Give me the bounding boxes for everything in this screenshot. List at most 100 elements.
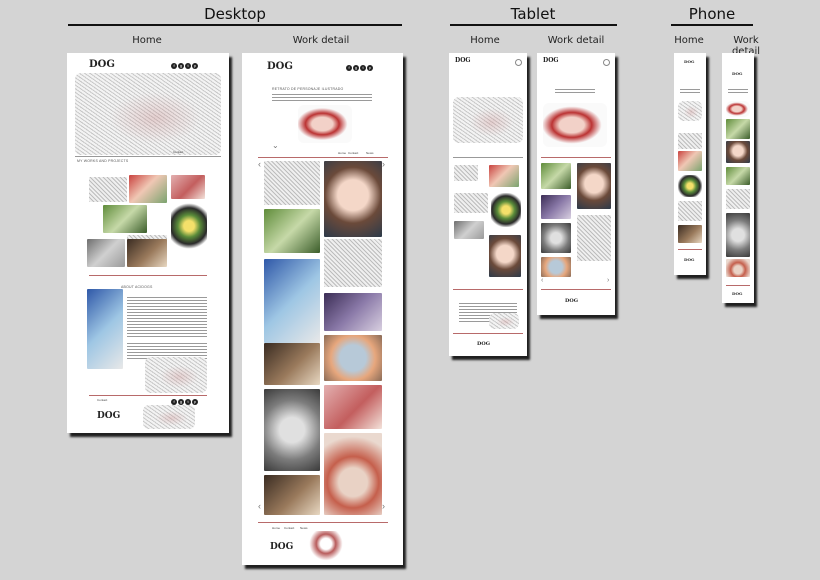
project-thumb[interactable]: [678, 225, 702, 243]
mockup-desktop-work-detail[interactable]: DOG f g t p RETRATO DE PERSONAJE ILUSTRA…: [242, 53, 403, 565]
nav-contact[interactable]: Contact: [348, 151, 358, 155]
footer-home[interactable]: Home: [272, 526, 280, 530]
pinterest-icon[interactable]: p: [367, 65, 373, 71]
label-desktop-home: Home: [132, 35, 162, 46]
gallery-image[interactable]: [264, 209, 320, 253]
footer-logo: DOG: [732, 291, 743, 296]
hero-illustration: [678, 101, 702, 121]
facebook-icon[interactable]: f: [171, 63, 177, 69]
footer-contact[interactable]: Contact: [97, 398, 107, 402]
project-thumb[interactable]: [454, 193, 488, 213]
gallery-image[interactable]: [541, 163, 571, 189]
gallery-image[interactable]: [577, 163, 611, 209]
footer-contact[interactable]: Contact: [284, 526, 294, 530]
project-thumb[interactable]: [454, 221, 484, 239]
work-hero: [298, 105, 352, 143]
project-thumb[interactable]: [678, 133, 702, 149]
chevron-down-icon[interactable]: ⌄: [272, 141, 279, 150]
project-thumb[interactable]: [127, 239, 167, 267]
mockup-phone-home[interactable]: DOG DOG: [674, 53, 706, 275]
gallery-image[interactable]: [264, 161, 320, 205]
nav-news[interactable]: News: [366, 151, 374, 155]
twitter-icon[interactable]: t: [360, 65, 366, 71]
group-rule-phone: [671, 24, 753, 26]
divider-red: [453, 289, 523, 290]
chevron-right-icon[interactable]: ›: [382, 159, 385, 169]
googleplus-icon[interactable]: g: [178, 63, 184, 69]
project-thumb[interactable]: [87, 239, 125, 267]
divider-red: [453, 333, 523, 334]
project-thumb[interactable]: [489, 165, 519, 187]
gallery-image[interactable]: [324, 385, 382, 429]
gallery-image[interactable]: [541, 257, 571, 277]
gallery-image[interactable]: [726, 167, 750, 185]
gallery-image[interactable]: [324, 161, 382, 237]
gallery-image[interactable]: [726, 141, 750, 163]
mockup-tablet-home[interactable]: DOG DOG: [449, 53, 527, 356]
project-thumb[interactable]: [171, 175, 205, 199]
chevron-left-icon[interactable]: ‹: [258, 501, 261, 511]
gallery-image[interactable]: [577, 215, 611, 261]
gallery-image[interactable]: [726, 259, 750, 277]
mockup-phone-work-detail[interactable]: DOG DOG: [722, 53, 754, 303]
project-thumb[interactable]: [491, 193, 521, 227]
gallery-image[interactable]: [324, 293, 382, 331]
twitter-icon[interactable]: t: [185, 63, 191, 69]
menu-icon[interactable]: [515, 59, 522, 66]
pinterest-icon[interactable]: p: [192, 399, 198, 405]
about-image: [87, 289, 123, 369]
nav-contact[interactable]: Contact: [173, 150, 183, 154]
divider: [75, 156, 221, 157]
footer-sketch: [143, 405, 195, 429]
gallery-image[interactable]: [726, 119, 750, 139]
group-rule-desktop: [68, 24, 402, 26]
social-icons: f g t p: [346, 65, 373, 71]
project-thumb[interactable]: [678, 151, 702, 171]
divider-red: [89, 395, 207, 396]
gallery-image[interactable]: [264, 475, 320, 515]
projects-heading: MY WORKS AND PROJECTS: [77, 159, 129, 163]
label-tablet-home: Home: [470, 35, 500, 46]
project-thumb[interactable]: [678, 201, 702, 221]
project-thumb[interactable]: [103, 205, 147, 233]
divider: [453, 157, 523, 158]
project-thumb[interactable]: [129, 175, 167, 203]
chevron-left-icon[interactable]: ‹: [258, 159, 261, 169]
gallery-image[interactable]: [324, 239, 382, 287]
footer-news[interactable]: News: [300, 526, 308, 530]
work-title: RETRATO DE PERSONAJE ILUSTRADO: [272, 87, 344, 91]
chevron-right-icon[interactable]: ›: [607, 277, 609, 284]
project-thumb[interactable]: [489, 235, 521, 277]
project-thumb[interactable]: [171, 203, 207, 249]
hero-illustration: [75, 73, 221, 155]
gallery-image[interactable]: [541, 195, 571, 219]
gallery-image[interactable]: [264, 343, 320, 385]
footer-logo: DOG: [97, 411, 121, 421]
work-description: [272, 94, 372, 102]
mockup-tablet-work-detail[interactable]: DOG ‹ › DOG: [537, 53, 615, 315]
gallery-image[interactable]: [726, 213, 750, 257]
gallery-image[interactable]: [264, 259, 320, 343]
gallery-image[interactable]: [324, 335, 382, 381]
menu-icon[interactable]: [603, 59, 610, 66]
site-logo: DOG: [543, 57, 559, 64]
footer-logo: DOG: [565, 298, 578, 304]
facebook-icon[interactable]: f: [346, 65, 352, 71]
nav-home[interactable]: Home: [338, 151, 346, 155]
mockup-desktop-home[interactable]: DOG f g t p Contact MY WORKS AND PROJECT…: [67, 53, 229, 433]
label-phone-home: Home: [674, 35, 704, 46]
gallery-image[interactable]: [264, 389, 320, 471]
project-thumb[interactable]: [454, 165, 478, 181]
chevron-right-icon[interactable]: ›: [382, 501, 385, 511]
pinterest-icon[interactable]: p: [192, 63, 198, 69]
site-logo: DOG: [684, 59, 695, 64]
googleplus-icon[interactable]: g: [353, 65, 359, 71]
gallery-image[interactable]: [726, 189, 750, 209]
gallery-image[interactable]: [324, 433, 382, 515]
chevron-left-icon[interactable]: ‹: [541, 277, 543, 284]
gallery-image[interactable]: [541, 223, 571, 253]
hero-illustration: [453, 97, 523, 143]
hand-drawing: [489, 313, 519, 329]
project-thumb[interactable]: [678, 175, 702, 197]
project-thumb[interactable]: [89, 177, 127, 202]
